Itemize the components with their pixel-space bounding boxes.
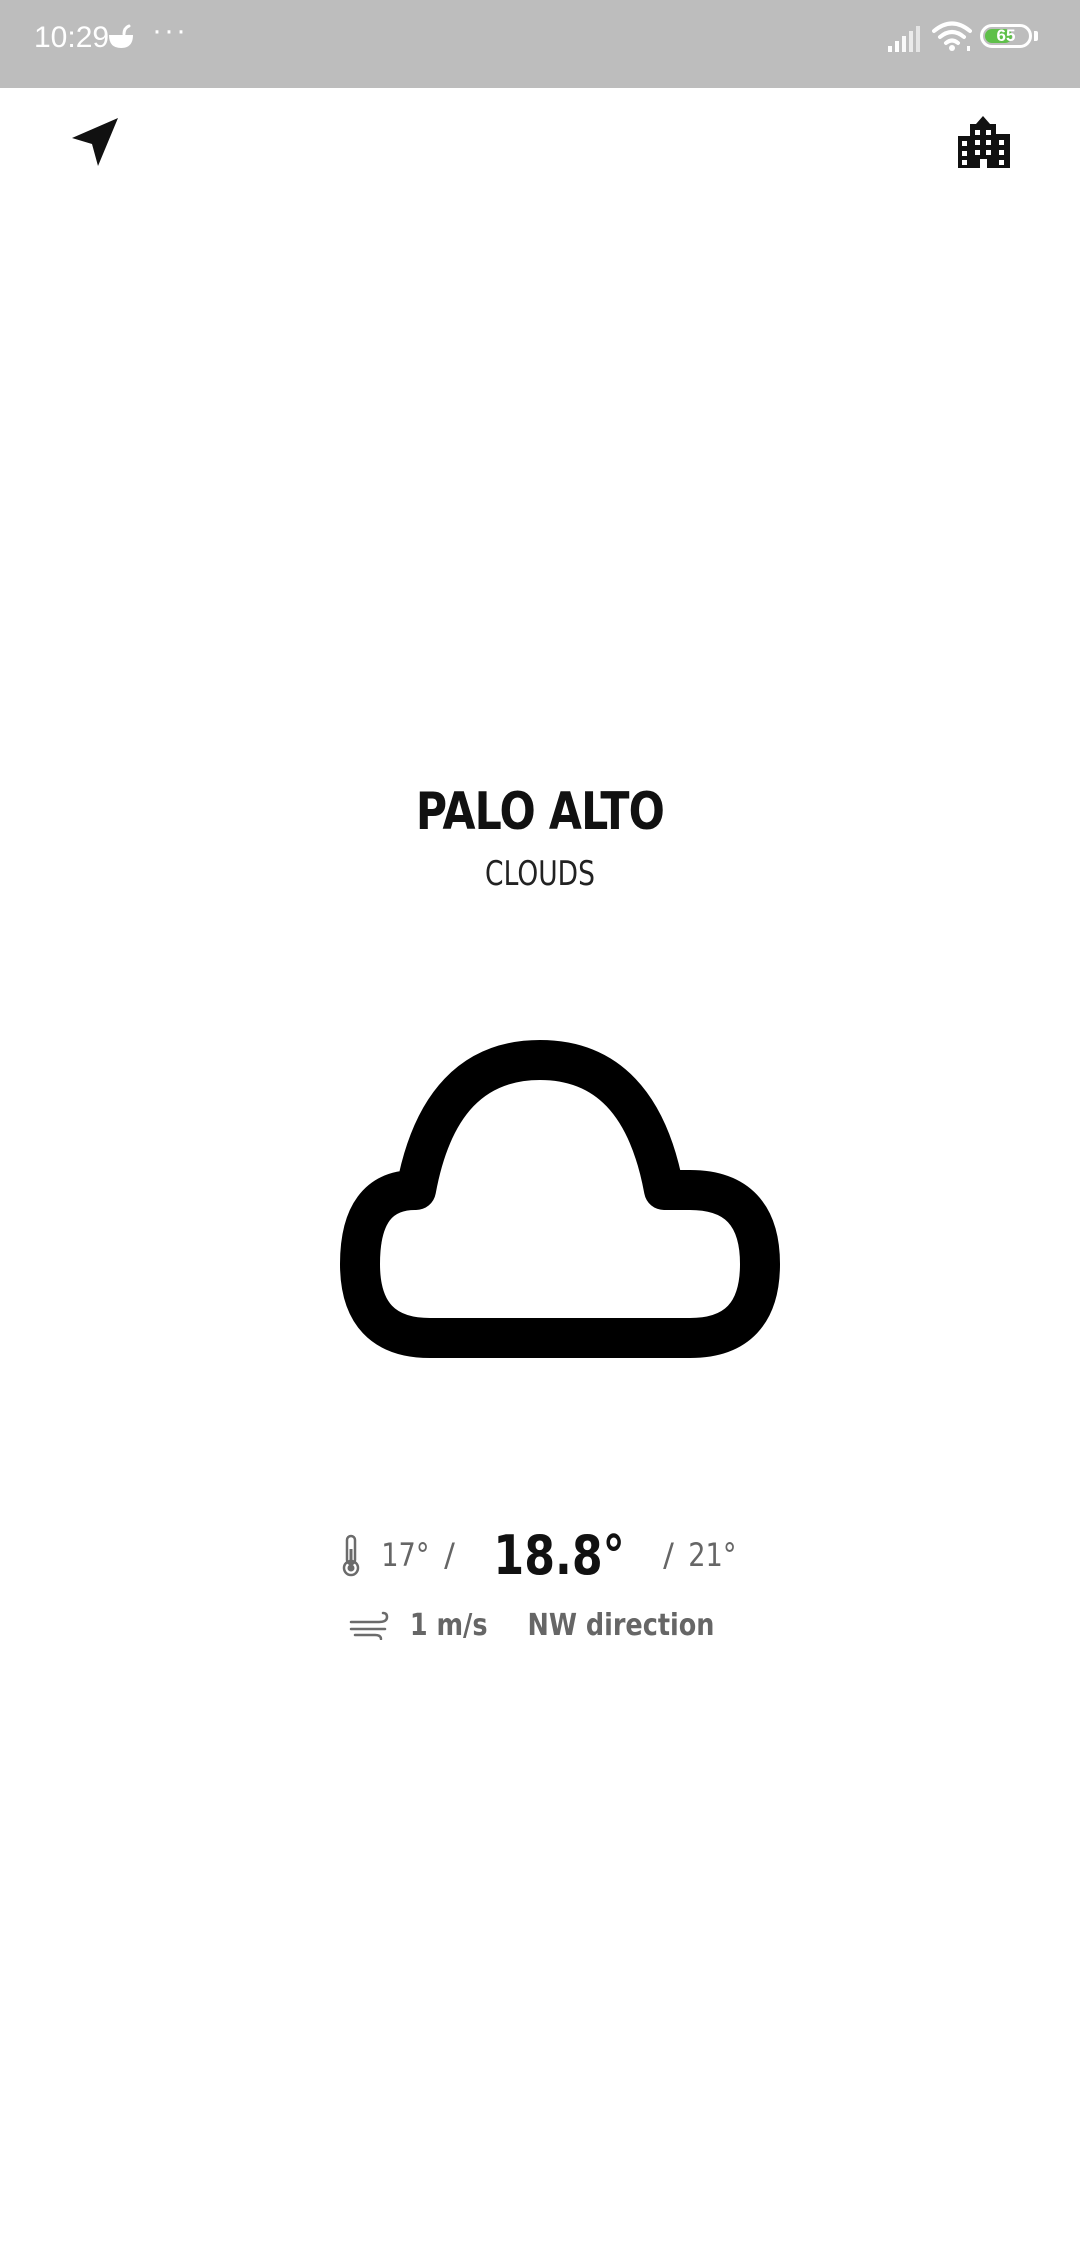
status-time: 10:29 bbox=[34, 21, 110, 54]
temp-current: 18.8° bbox=[493, 1523, 625, 1587]
battery-icon: 65 bbox=[980, 24, 1032, 48]
wind-speed: 1 m/s bbox=[410, 1607, 488, 1643]
city-select-button[interactable] bbox=[944, 102, 1024, 182]
wifi-icon bbox=[932, 21, 972, 51]
battery-nub bbox=[1034, 31, 1038, 41]
weather-condition: CLOUDS bbox=[485, 854, 595, 894]
status-more-icon: ··· bbox=[152, 14, 188, 47]
temperature-row: 17° / 18.8° / 21° bbox=[0, 1520, 1080, 1590]
locate-button[interactable] bbox=[56, 102, 136, 182]
navigation-arrow-icon bbox=[72, 118, 118, 166]
wind-row: 1 m/s NW direction bbox=[0, 1600, 1080, 1650]
thermometer-icon bbox=[343, 1534, 360, 1577]
cloud-icon bbox=[340, 1040, 780, 1358]
wind-icon bbox=[350, 1611, 389, 1640]
status-bar: 10:29 ··· 65 bbox=[0, 0, 1080, 88]
temp-min: 17° bbox=[381, 1536, 430, 1574]
temp-max: 21° bbox=[688, 1536, 737, 1574]
temp-separator: / bbox=[663, 1536, 674, 1574]
city-name: PALO ALTO bbox=[415, 782, 665, 842]
weather-screen: 10:29 ··· 65 PALO ALTO CLOUDS 17° / 18.8… bbox=[0, 0, 1080, 2246]
wind-direction: NW direction bbox=[527, 1607, 715, 1643]
notification-app-icon bbox=[109, 24, 133, 48]
temp-separator: / bbox=[444, 1536, 455, 1574]
signal-icon bbox=[888, 26, 920, 52]
battery-level-text: 65 bbox=[996, 26, 1016, 45]
city-buildings-icon bbox=[958, 116, 1010, 168]
